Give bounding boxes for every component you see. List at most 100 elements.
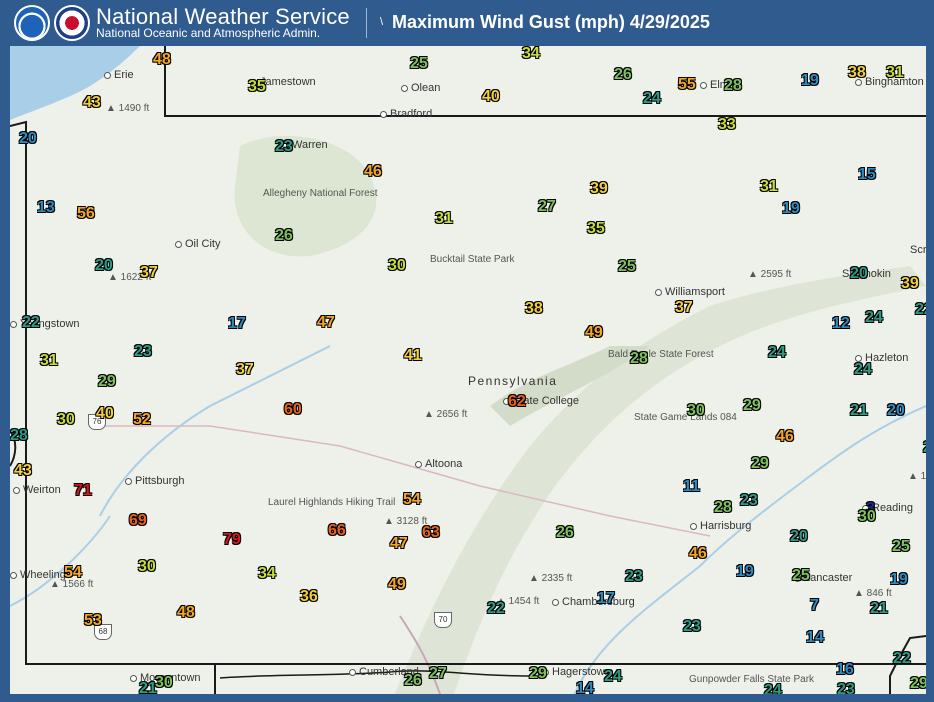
wind-gust-observation[interactable]: 46	[364, 164, 382, 180]
wind-gust-observation[interactable]: 52	[133, 412, 151, 428]
wind-gust-observation[interactable]: 22	[487, 601, 505, 617]
wind-gust-observation[interactable]: 49	[585, 325, 603, 341]
wind-gust-observation[interactable]: 16	[836, 662, 854, 678]
wind-gust-observation[interactable]: 17	[597, 591, 615, 607]
wind-gust-observation[interactable]: 20	[887, 403, 905, 419]
wind-gust-observation[interactable]: 14	[576, 681, 594, 695]
wind-gust-observation[interactable]: 48	[153, 52, 171, 68]
wind-gust-observation[interactable]: 31	[886, 65, 904, 81]
wind-gust-observation[interactable]: 37	[236, 362, 254, 378]
wind-gust-observation[interactable]: 22	[893, 651, 911, 667]
wind-gust-observation[interactable]: 12	[832, 316, 850, 332]
wind-gust-observation[interactable]: 22	[915, 302, 926, 318]
wind-gust-observation[interactable]: 48	[177, 605, 195, 621]
wind-gust-observation[interactable]: 23	[625, 569, 643, 585]
wind-gust-map[interactable]: Erie Jamestown Olean Elmira Binghamton Bradfo…	[10, 46, 926, 694]
wind-gust-observation[interactable]: 56	[77, 206, 95, 222]
wind-gust-observation[interactable]: 38	[525, 301, 543, 317]
wind-gust-observation[interactable]: 43	[83, 95, 101, 111]
wind-gust-observation[interactable]: 23	[683, 619, 701, 635]
wind-gust-observation[interactable]: 19	[890, 572, 908, 588]
wind-gust-observation[interactable]: 31	[435, 211, 453, 227]
wind-gust-observation[interactable]: 55	[678, 77, 696, 93]
wind-gust-observation[interactable]: 54	[403, 492, 421, 508]
wind-gust-observation[interactable]: 35	[248, 79, 266, 95]
wind-gust-observation[interactable]: 43	[14, 463, 32, 479]
wind-gust-observation[interactable]: 29	[743, 398, 761, 414]
wind-gust-observation[interactable]: 30	[388, 258, 406, 274]
wind-gust-observation[interactable]: 28	[630, 351, 648, 367]
wind-gust-observation[interactable]: 60	[284, 402, 302, 418]
wind-gust-observation[interactable]: 29	[751, 456, 769, 472]
wind-gust-observation[interactable]: 47	[317, 315, 335, 331]
wind-gust-observation[interactable]: 24	[768, 345, 786, 361]
wind-gust-observation[interactable]: 31	[760, 179, 778, 195]
wind-gust-observation[interactable]: 38	[848, 65, 866, 81]
wind-gust-observation[interactable]: 24	[854, 362, 872, 378]
wind-gust-observation[interactable]: 47	[390, 536, 408, 552]
wind-gust-observation[interactable]: 7	[810, 598, 819, 614]
wind-gust-observation[interactable]: 25	[410, 56, 428, 72]
wind-gust-observation[interactable]: 20	[790, 529, 808, 545]
wind-gust-observation[interactable]: 19	[801, 73, 819, 89]
wind-gust-observation[interactable]: 33	[718, 117, 736, 133]
wind-gust-observation[interactable]: 40	[482, 89, 500, 105]
wind-gust-observation[interactable]: 24	[643, 91, 661, 107]
wind-gust-observation[interactable]: 25	[618, 259, 636, 275]
wind-gust-observation[interactable]: 25	[792, 568, 810, 584]
wind-gust-observation[interactable]: 40	[96, 406, 114, 422]
wind-gust-observation[interactable]: 24	[923, 440, 926, 456]
wind-gust-observation[interactable]: 30	[155, 675, 173, 691]
wind-gust-observation[interactable]: 69	[129, 513, 147, 529]
wind-gust-observation[interactable]: 46	[689, 546, 707, 562]
wind-gust-observation[interactable]: 26	[614, 67, 632, 83]
wind-gust-observation[interactable]: 79	[223, 532, 241, 548]
wind-gust-observation[interactable]: 46	[776, 429, 794, 445]
wind-gust-observation[interactable]: 24	[865, 310, 883, 326]
wind-gust-observation[interactable]: 71	[74, 483, 92, 499]
wind-gust-observation[interactable]: 35	[587, 221, 605, 237]
wind-gust-observation[interactable]: 29	[98, 374, 116, 390]
wind-gust-observation[interactable]: 63	[422, 525, 440, 541]
wind-gust-observation[interactable]: 17	[228, 316, 246, 332]
wind-gust-observation[interactable]: 30	[57, 412, 75, 428]
wind-gust-observation[interactable]: 19	[736, 564, 754, 580]
wind-gust-observation[interactable]: 23	[275, 139, 293, 155]
wind-gust-observation[interactable]: 30	[138, 559, 156, 575]
wind-gust-observation[interactable]: 19	[782, 201, 800, 217]
wind-gust-observation[interactable]: 54	[64, 565, 82, 581]
wind-gust-observation[interactable]: 37	[675, 300, 693, 316]
wind-gust-observation[interactable]: 34	[258, 566, 276, 582]
wind-gust-observation[interactable]: 66	[328, 523, 346, 539]
wind-gust-observation[interactable]: 29	[529, 666, 547, 682]
wind-gust-observation[interactable]: 34	[522, 46, 540, 62]
wind-gust-observation[interactable]: 37	[140, 265, 158, 281]
wind-gust-observation[interactable]: 30	[687, 403, 705, 419]
wind-gust-observation[interactable]: 28	[714, 500, 732, 516]
wind-gust-observation[interactable]: 29	[910, 676, 926, 692]
wind-gust-observation[interactable]: 41	[404, 348, 422, 364]
wind-gust-observation[interactable]: 39	[901, 276, 919, 292]
wind-gust-observation[interactable]: 30	[858, 509, 876, 525]
wind-gust-observation[interactable]: 21	[850, 403, 868, 419]
wind-gust-observation[interactable]: 39	[590, 181, 608, 197]
wind-gust-observation[interactable]: 28	[10, 428, 28, 444]
wind-gust-observation[interactable]: 26	[556, 525, 574, 541]
wind-gust-observation[interactable]: 24	[764, 683, 782, 695]
wind-gust-observation[interactable]: 36	[300, 589, 318, 605]
wind-gust-observation[interactable]: 25	[892, 539, 910, 555]
wind-gust-observation[interactable]: 20	[850, 266, 868, 282]
wind-gust-observation[interactable]: 13	[37, 200, 55, 216]
wind-gust-observation[interactable]: 14	[806, 630, 824, 646]
wind-gust-observation[interactable]: 23	[837, 682, 855, 695]
wind-gust-observation[interactable]: 15	[858, 167, 876, 183]
wind-gust-observation[interactable]: 31	[40, 353, 58, 369]
wind-gust-observation[interactable]: 20	[19, 131, 37, 147]
wind-gust-observation[interactable]: 27	[538, 199, 556, 215]
wind-gust-observation[interactable]: 26	[275, 228, 293, 244]
wind-gust-observation[interactable]: 53	[84, 613, 102, 629]
wind-gust-observation[interactable]: 23	[740, 493, 758, 509]
wind-gust-observation[interactable]: 62	[508, 394, 526, 410]
wind-gust-observation[interactable]: 20	[95, 258, 113, 274]
wind-gust-observation[interactable]: 22	[22, 315, 40, 331]
